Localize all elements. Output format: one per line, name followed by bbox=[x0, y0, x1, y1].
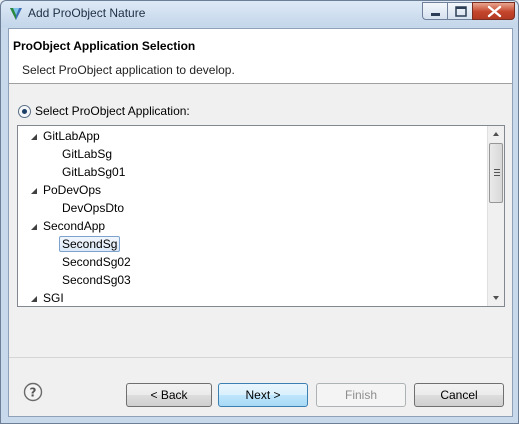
scroll-down-button[interactable] bbox=[488, 289, 504, 306]
expanded-arrow-icon[interactable] bbox=[30, 295, 38, 303]
tree-label: SecondSg bbox=[59, 236, 121, 252]
radio-label: Select ProObject Application: bbox=[35, 104, 190, 118]
close-icon bbox=[487, 5, 502, 18]
close-button[interactable] bbox=[472, 2, 515, 20]
arrow-up-icon bbox=[493, 132, 499, 136]
help-button[interactable]: ? bbox=[23, 382, 43, 402]
footer-divider bbox=[9, 357, 512, 358]
vertical-scrollbar[interactable] bbox=[487, 126, 504, 306]
help-icon: ? bbox=[23, 382, 43, 402]
window-title: Add ProObject Nature bbox=[28, 6, 146, 20]
expanded-arrow-icon[interactable] bbox=[30, 187, 38, 195]
tree-label: SGI bbox=[43, 291, 64, 305]
back-button[interactable]: < Back bbox=[126, 383, 212, 407]
finish-button[interactable]: Finish bbox=[316, 383, 406, 407]
title-bar[interactable]: Add ProObject Nature bbox=[1, 1, 518, 27]
minimize-button[interactable] bbox=[422, 2, 448, 20]
page-title: ProObject Application Selection bbox=[13, 39, 196, 53]
expanded-arrow-icon[interactable] bbox=[30, 133, 38, 141]
wizard-header: ProObject Application Selection Select P… bbox=[9, 29, 512, 84]
dialog-client: ProObject Application Selection Select P… bbox=[8, 28, 513, 417]
tree-label: GitLabSg bbox=[62, 147, 113, 161]
tree-label: SecondSg02 bbox=[62, 255, 131, 269]
next-button[interactable]: Next > bbox=[218, 383, 308, 407]
minimize-icon bbox=[431, 13, 440, 16]
arrow-down-icon bbox=[493, 296, 499, 300]
page-description: Select ProObject application to develop. bbox=[22, 63, 235, 77]
dialog-window: Add ProObject Nature ProObject Applicati… bbox=[0, 0, 519, 424]
maximize-icon bbox=[455, 6, 467, 17]
svg-text:?: ? bbox=[30, 386, 37, 400]
app-icon bbox=[8, 6, 24, 22]
tree-label: DevOpsDto bbox=[62, 201, 125, 215]
tree-label: PoDevOps bbox=[43, 183, 102, 197]
tree-label: SecondApp bbox=[43, 219, 106, 233]
scroll-thumb[interactable] bbox=[489, 143, 503, 203]
expanded-arrow-icon[interactable] bbox=[30, 223, 38, 231]
radio-checked-icon[interactable] bbox=[18, 105, 31, 118]
application-tree[interactable]: GitLabApp GitLabSg GitLabSg01 PoDevOps D… bbox=[17, 125, 505, 307]
grip-icon bbox=[494, 169, 500, 176]
tree-label: GitLabSg01 bbox=[62, 165, 126, 179]
tree-label: GitLabApp bbox=[43, 129, 100, 143]
cancel-button[interactable]: Cancel bbox=[414, 383, 504, 407]
scroll-up-button[interactable] bbox=[488, 126, 504, 143]
tree-label: SecondSg03 bbox=[62, 273, 131, 287]
maximize-button[interactable] bbox=[447, 2, 473, 20]
